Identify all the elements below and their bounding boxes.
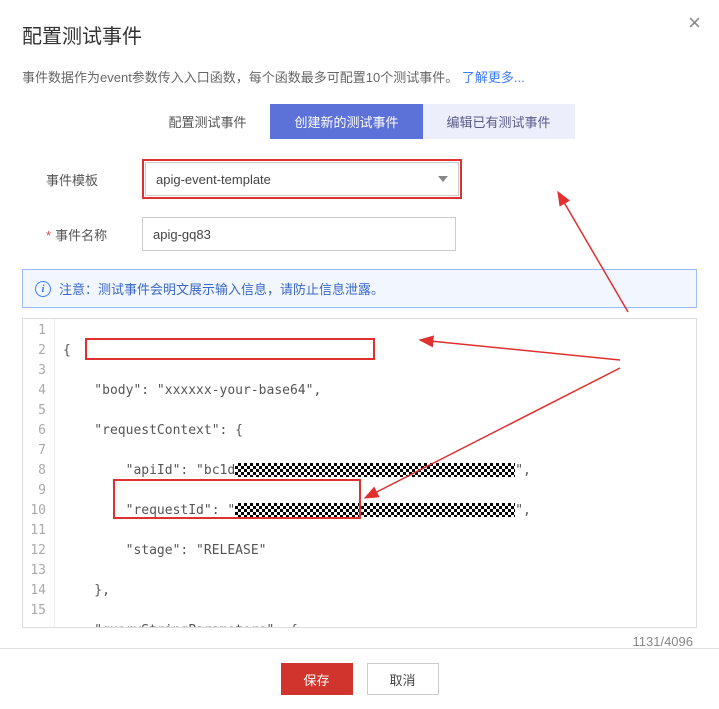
save-button[interactable]: 保存 [281, 663, 353, 695]
code-line: "stage": "RELEASE" [63, 541, 697, 561]
notice-banner: i 注意：测试事件会明文展示输入信息，请防止信息泄露。 [22, 269, 697, 308]
notice-text: 注意：测试事件会明文展示输入信息，请防止信息泄露。 [59, 279, 384, 298]
learn-more-link[interactable]: 了解更多... [462, 70, 525, 85]
close-icon[interactable]: × [688, 12, 701, 34]
censor-block [235, 503, 515, 517]
dialog-footer: 保存 取消 [0, 648, 719, 709]
row-template: 事件模板 apig-event-template [22, 159, 697, 199]
name-input-wrap [142, 217, 456, 251]
code-line: "queryStringParameters": { [63, 621, 697, 628]
desc-text: 事件数据作为event参数传入入口函数，每个函数最多可配置10个测试事件。 [22, 70, 458, 85]
template-value: apig-event-template [156, 172, 271, 187]
tab-create[interactable]: 创建新的测试事件 [270, 104, 422, 139]
template-label: 事件模板 [22, 170, 142, 189]
code-body[interactable]: { "body": "xxxxxx-your-base64", "request… [55, 319, 697, 628]
tab-config[interactable]: 配置测试事件 [144, 104, 270, 139]
name-input[interactable] [153, 227, 445, 242]
info-icon: i [35, 281, 51, 297]
code-editor[interactable]: 123456789101112131415 { "body": "xxxxxx-… [22, 318, 697, 628]
required-marker: * [46, 228, 51, 243]
code-line: }, [63, 581, 697, 601]
row-name: *事件名称 [22, 217, 697, 251]
code-line: "body": "xxxxxx-your-base64", [63, 381, 697, 401]
code-line: { [63, 341, 697, 361]
code-line: "apiId": "bc1d", [63, 461, 697, 481]
cancel-button[interactable]: 取消 [367, 663, 439, 695]
code-gutter: 123456789101112131415 [23, 319, 55, 628]
chevron-down-icon [438, 176, 448, 182]
code-line: "requestContext": { [63, 421, 697, 441]
censor-block [235, 463, 515, 477]
dialog-desc: 事件数据作为event参数传入入口函数，每个函数最多可配置10个测试事件。 了解… [22, 67, 697, 86]
tab-bar: 配置测试事件 创建新的测试事件 编辑已有测试事件 [22, 104, 697, 139]
tab-edit[interactable]: 编辑已有测试事件 [423, 104, 575, 139]
name-label: *事件名称 [22, 225, 142, 244]
code-line: "requestId": "", [63, 501, 697, 521]
template-select[interactable]: apig-event-template [145, 162, 459, 196]
dialog-title: 配置测试事件 [22, 20, 697, 49]
template-highlight: apig-event-template [142, 159, 462, 199]
